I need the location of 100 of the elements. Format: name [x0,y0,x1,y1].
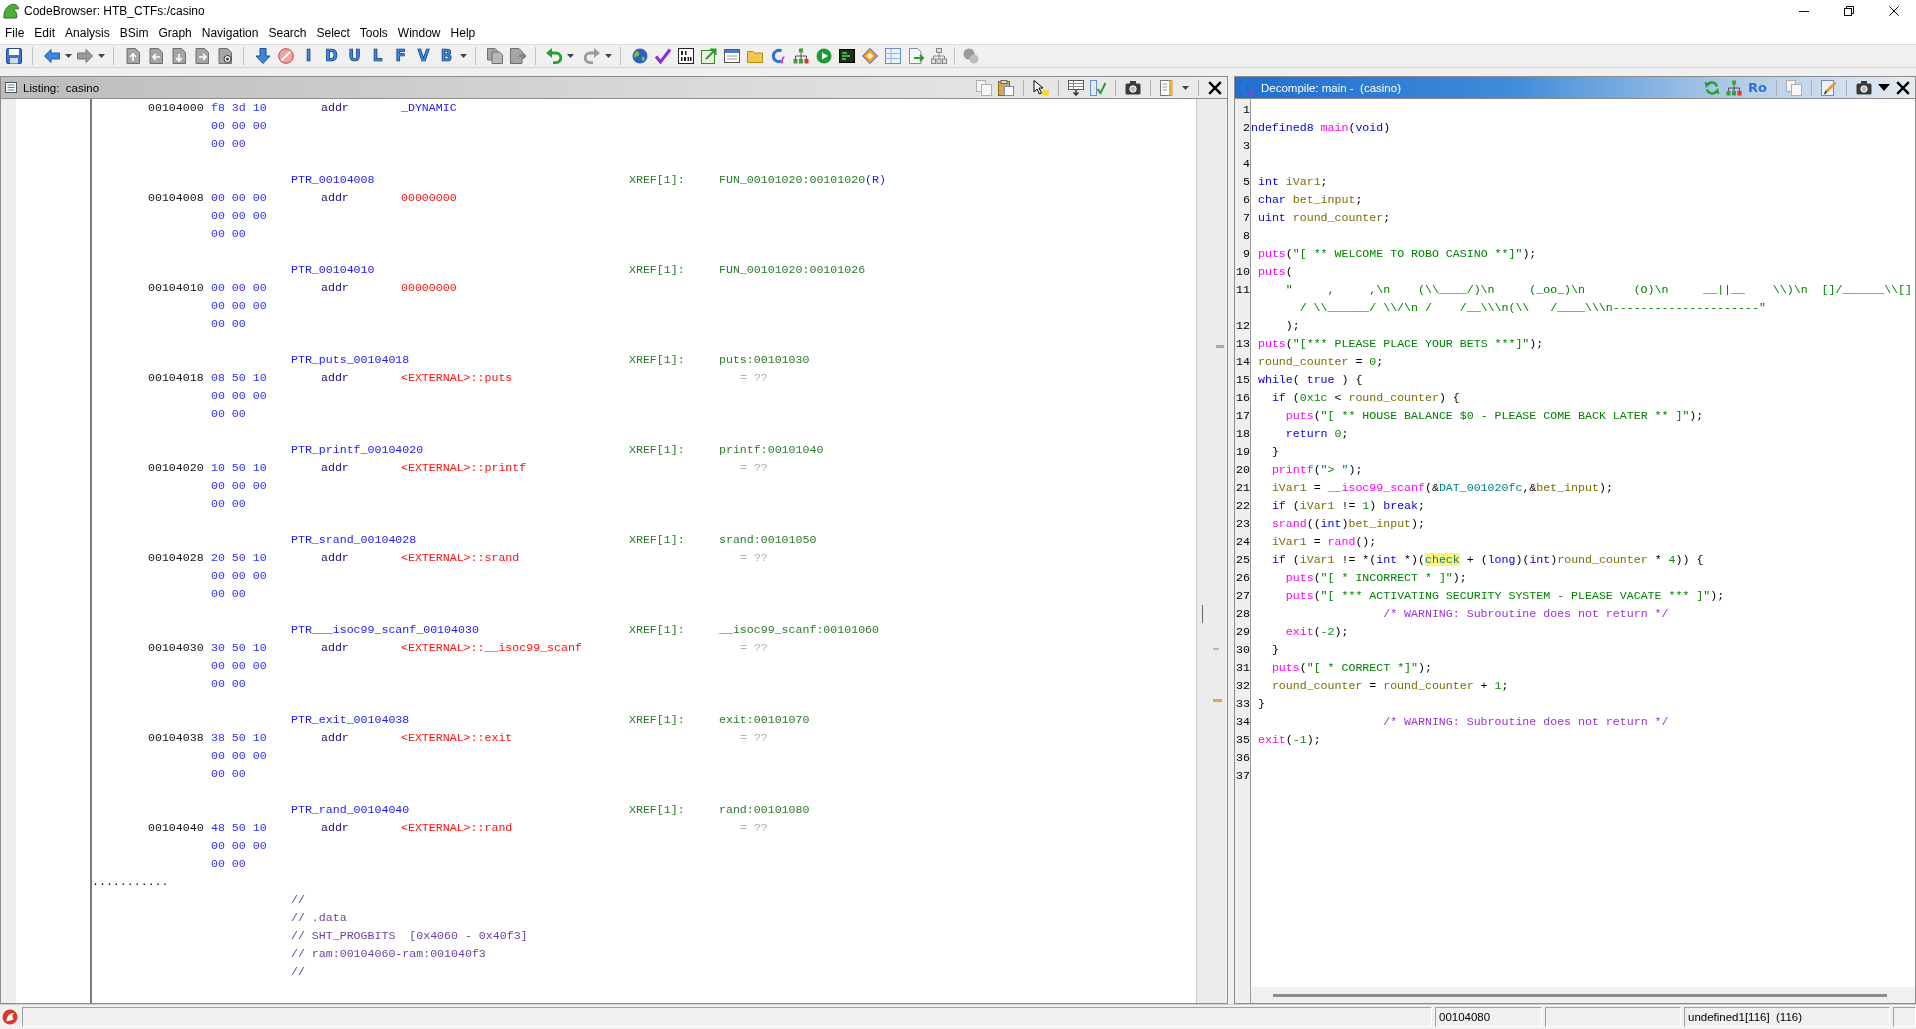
letter-button[interactable]: I [300,46,317,66]
documents-icon[interactable] [486,48,503,64]
letter-button[interactable]: B [438,46,455,66]
xref-reference[interactable]: exit:00101070 [719,713,810,727]
menu-item[interactable]: Navigation [196,23,264,43]
diamond-icon[interactable] [861,48,878,64]
marker-icon[interactable] [1213,648,1219,650]
scrollbar-thumb[interactable] [1273,993,1887,997]
caret-icon[interactable] [1878,84,1890,91]
camera-icon[interactable] [1856,79,1872,96]
menu-item[interactable]: Graph [153,23,197,43]
operand[interactable]: <EXTERNAL>::rand [401,821,513,835]
menu-item[interactable]: Window [392,23,446,43]
code-label[interactable]: PTR_00104008 [291,173,375,187]
menu-item[interactable]: BSim [114,23,154,43]
letter-button[interactable]: V [415,46,432,66]
hierarchy-icon[interactable] [930,48,947,64]
caret-icon[interactable] [64,54,72,58]
document-arrow-icon[interactable] [147,48,164,64]
document-arrow-icon[interactable] [193,48,210,64]
save-icon[interactable] [5,48,22,64]
code-label[interactable]: PTR_puts_00104018 [291,353,410,367]
xref-reference[interactable]: FUN_00101020:00101020(R) [719,173,886,187]
byte-values: 00 00 [211,677,246,691]
caret-icon[interactable] [604,54,612,58]
operand[interactable]: <EXTERNAL>::exit [401,731,513,745]
caret-icon[interactable] [97,54,105,58]
arc-icon[interactable] [769,48,786,64]
arrow-box-icon[interactable] [700,48,717,64]
close-icon[interactable] [1208,80,1222,95]
clipboard-icon[interactable] [998,79,1014,96]
document-arrow-icon[interactable] [170,48,187,64]
window-icon[interactable] [723,48,740,64]
folder-icon[interactable] [746,48,763,64]
minimize-icon[interactable] [1798,10,1809,12]
marker-icon[interactable] [1202,605,1203,623]
operand[interactable]: 00000000 [401,281,457,295]
down-arrow-icon[interactable] [254,48,271,64]
page-columns-icon[interactable] [1160,79,1176,96]
document-arrow-icon[interactable] [124,48,141,64]
restore-icon[interactable] [1843,6,1854,16]
caret-icon[interactable] [566,54,574,58]
document-split-icon[interactable] [509,48,526,64]
line-number: 24 [1236,535,1250,548]
xref-reference[interactable]: FUN_00101020:00101026 [719,263,866,277]
code-label[interactable]: PTR_printf_00104020 [291,443,424,457]
menu-item[interactable]: Help [445,23,481,43]
code-label[interactable]: PTR___isoc99_scanf_00104030 [291,623,479,637]
table-icon[interactable] [884,48,901,64]
operand[interactable]: <EXTERNAL>::__isoc99_scanf [401,641,582,655]
mnemonic: addr [321,641,349,655]
code-label[interactable]: PTR_exit_00104038 [291,713,410,727]
globe-icon[interactable] [631,48,648,64]
marker-icon[interactable] [1213,699,1222,702]
letter-button[interactable]: F [392,46,409,66]
network-tree-icon[interactable] [1726,79,1743,96]
operand[interactable]: _DYNAMIC [401,101,457,115]
menu-item[interactable]: Edit [29,23,61,43]
marker-icon[interactable] [1216,345,1224,348]
menu-item[interactable]: Search [263,23,312,43]
xref-reference[interactable]: srand:00101050 [719,533,817,547]
menu-item[interactable]: File [0,23,30,43]
terminal-icon[interactable] [838,48,855,64]
operand[interactable]: <EXTERNAL>::puts [401,371,513,385]
operand[interactable]: <EXTERNAL>::printf [401,461,527,475]
forward-arrow-icon[interactable] [76,48,93,64]
table-arrow-icon[interactable] [1068,79,1084,96]
cursor-icon[interactable] [1033,79,1049,96]
caret-icon[interactable] [459,54,467,58]
mnemonic: addr [321,551,349,565]
menu-item[interactable]: Analysis [60,23,115,43]
letter-button[interactable]: L [369,46,386,66]
operand[interactable]: 00000000 [401,191,457,205]
menu-item[interactable]: Select [311,23,355,43]
no-entry-icon[interactable] [277,48,294,64]
menu-item[interactable]: Tools [354,23,393,43]
code-label[interactable]: PTR_00104010 [291,263,375,277]
camera-icon[interactable] [1125,79,1141,96]
xref-reference[interactable]: __isoc99_scanf:00101060 [719,623,880,637]
xref-reference[interactable]: printf:00101040 [719,443,824,457]
operand[interactable]: <EXTERNAL>::srand [401,551,520,565]
play-icon[interactable] [815,48,832,64]
line-number: 26 [1236,571,1250,584]
code-label[interactable]: PTR_rand_00104040 [291,803,410,817]
xref-reference[interactable]: puts:00101030 [719,353,810,367]
grid-box-icon[interactable] [677,48,694,64]
xref-reference[interactable]: rand:00101080 [719,803,810,817]
code-label[interactable]: PTR_srand_00104028 [291,533,417,547]
letter-button[interactable]: D [323,46,340,66]
letter-button[interactable]: U [346,46,363,66]
caret-icon[interactable] [1182,85,1189,90]
checkmark-icon[interactable] [654,48,671,64]
document-record-icon[interactable] [216,48,233,64]
split-check-icon[interactable] [1090,79,1106,96]
close-icon[interactable] [1896,80,1910,95]
edit-icon[interactable] [1821,79,1837,96]
close-icon[interactable] [1888,6,1899,16]
network-tree-icon[interactable] [792,48,809,64]
back-arrow-icon[interactable] [43,48,60,64]
page-arrow-icon[interactable] [907,48,924,64]
